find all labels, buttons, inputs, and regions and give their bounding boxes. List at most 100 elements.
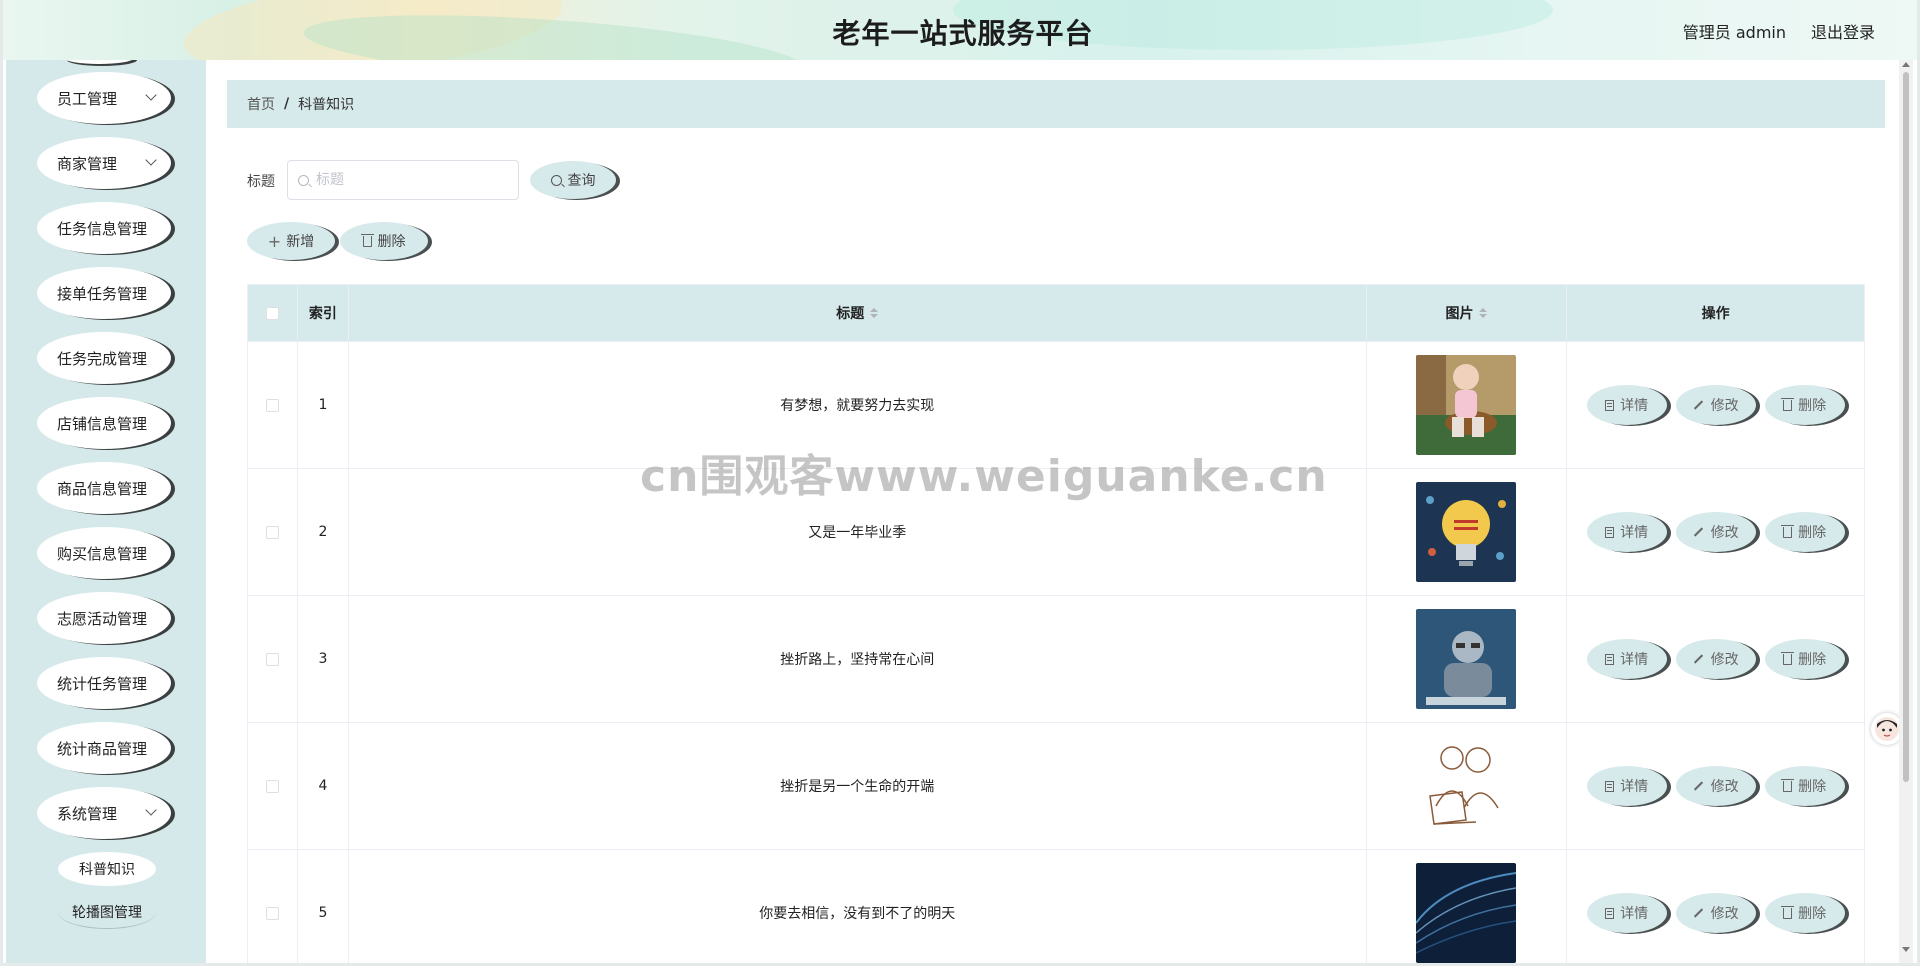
document-icon xyxy=(1605,653,1615,665)
edit-button[interactable]: 修改 xyxy=(1675,639,1756,679)
app-title: 老年一站式服务平台 xyxy=(832,17,1094,50)
edit-label: 修改 xyxy=(1710,779,1739,795)
delete-button[interactable]: 删除 xyxy=(1764,512,1845,552)
sidebar-item-label: 商品信息管理 xyxy=(57,479,148,498)
chevron-down-icon xyxy=(145,154,157,166)
sidebar-item-task-completion[interactable]: 任务完成管理 xyxy=(37,332,171,384)
row-checkbox[interactable] xyxy=(265,779,279,793)
delete-button[interactable]: 删除 xyxy=(1764,766,1845,806)
search-icon xyxy=(298,174,309,186)
sidebar-item-volunteer[interactable]: 志愿活动管理 xyxy=(37,592,171,644)
document-icon xyxy=(1605,907,1615,919)
sidebar-item-system[interactable]: 系统管理 xyxy=(37,787,171,839)
edit-label: 修改 xyxy=(1710,525,1739,541)
row-checkbox[interactable] xyxy=(265,525,279,539)
column-header-label: 索引 xyxy=(308,306,337,322)
delete-button[interactable]: 删除 xyxy=(1764,639,1845,679)
detail-button[interactable]: 详情 xyxy=(1586,766,1667,806)
delete-button[interactable]: 删除 xyxy=(1764,893,1845,933)
breadcrumb-separator: / xyxy=(284,96,290,112)
logout-link[interactable]: 退出登录 xyxy=(1811,19,1875,43)
breadcrumb-home[interactable]: 首页 xyxy=(247,94,275,114)
sort-icon[interactable] xyxy=(1479,308,1488,318)
row-ops-cell: 详情 修改 删除 xyxy=(1567,469,1864,595)
table-row: 3 挫折路上，坚持常在心间 详情 修改 删除 xyxy=(248,595,1864,722)
table-row: 4 挫折是另一个生命的开端 详情 修改 删除 xyxy=(248,722,1864,849)
sidebar-item-product-info[interactable]: 商品信息管理 xyxy=(37,462,171,514)
search-button[interactable]: 查询 xyxy=(530,161,616,199)
select-all-checkbox[interactable] xyxy=(265,306,279,320)
sketch-two-people-laptop[interactable] xyxy=(1416,736,1517,836)
row-image-cell xyxy=(1367,596,1568,722)
scroll-down-icon[interactable] xyxy=(1902,947,1910,952)
sidebar-item-task-stats[interactable]: 统计任务管理 xyxy=(37,657,171,709)
sidebar-item-staff[interactable]: 员工管理 xyxy=(37,72,171,124)
table-row: 5 你要去相信，没有到不了的明天 详情 修改 删除 xyxy=(248,849,1864,963)
row-checkbox[interactable] xyxy=(265,398,279,412)
sidebar-item-product-stats[interactable]: 统计商品管理 xyxy=(37,722,171,774)
document-icon xyxy=(1605,780,1615,792)
batch-delete-button[interactable]: 删除 xyxy=(340,222,428,260)
sidebar-item-merchant[interactable]: 商家管理 xyxy=(37,137,171,189)
sort-icon[interactable] xyxy=(870,308,879,318)
header-checkbox-cell xyxy=(248,285,298,341)
code-wave-photo[interactable] xyxy=(1416,863,1517,963)
row-title: 挫折是另一个生命的开端 xyxy=(349,723,1367,849)
baby-guitar-photo[interactable] xyxy=(1416,355,1517,455)
scrollbar-thumb[interactable] xyxy=(1903,72,1909,782)
search-input[interactable] xyxy=(316,172,506,188)
row-ops-cell: 详情 修改 删除 xyxy=(1567,596,1864,722)
trash-icon xyxy=(360,233,374,247)
vertical-scrollbar[interactable] xyxy=(1899,60,1913,963)
sidebar-subitem-carousel[interactable]: 轮播图管理 xyxy=(58,895,156,929)
chevron-down-icon xyxy=(145,89,157,101)
detail-button[interactable]: 详情 xyxy=(1586,639,1667,679)
sidebar-item-shop-info[interactable]: 店铺信息管理 xyxy=(37,397,171,449)
sidebar-item-label: 接单任务管理 xyxy=(57,284,148,303)
scroll-up-icon[interactable] xyxy=(1902,62,1910,67)
row-title: 你要去相信，没有到不了的明天 xyxy=(349,850,1367,963)
trash-icon xyxy=(1781,905,1795,919)
main-content: 首页 / 科普知识 标题 查询 + 新增 删除 索引 标题 xyxy=(206,60,1906,963)
edit-button[interactable]: 修改 xyxy=(1675,766,1756,806)
column-header-title[interactable]: 标题 xyxy=(349,285,1367,341)
row-image-cell xyxy=(1367,342,1568,468)
detail-label: 详情 xyxy=(1620,779,1649,795)
delete-button[interactable]: 删除 xyxy=(1764,385,1845,425)
top-header: 老年一站式服务平台 管理员 admin 退出登录 xyxy=(3,0,1917,60)
sidebar-item-label: 商家管理 xyxy=(57,154,118,173)
breadcrumb: 首页 / 科普知识 xyxy=(227,80,1885,128)
sidebar-subitem-science[interactable]: 科普知识 xyxy=(58,852,156,886)
man-code-screen-photo[interactable] xyxy=(1416,609,1517,709)
row-checkbox-cell xyxy=(248,469,298,595)
sidebar-item-task-info[interactable]: 任务信息管理 xyxy=(37,202,171,254)
row-index: 2 xyxy=(298,469,349,595)
data-table: 索引 标题 图片 操作 1 有梦想，就要努力去实现 详情 修改 删除 2 又是一… xyxy=(247,284,1865,963)
sidebar-item-partial[interactable] xyxy=(64,60,134,64)
chevron-down-icon xyxy=(145,804,157,816)
search-field[interactable] xyxy=(287,160,519,200)
row-checkbox-cell xyxy=(248,342,298,468)
document-icon xyxy=(1605,526,1615,538)
sidebar-item-label: 统计任务管理 xyxy=(57,674,148,693)
row-ops-cell: 详情 修改 删除 xyxy=(1567,850,1864,963)
edit-button[interactable]: 修改 xyxy=(1675,385,1756,425)
row-checkbox-cell xyxy=(248,596,298,722)
sidebar-item-purchase-info[interactable]: 购买信息管理 xyxy=(37,527,171,579)
column-header-image[interactable]: 图片 xyxy=(1367,285,1568,341)
sidebar-item-accepted-tasks[interactable]: 接单任务管理 xyxy=(37,267,171,319)
detail-button[interactable]: 详情 xyxy=(1586,385,1667,425)
row-checkbox-cell xyxy=(248,850,298,963)
add-button[interactable]: + 新增 xyxy=(247,222,335,260)
lightbulb-infographic[interactable] xyxy=(1416,482,1517,582)
detail-label: 详情 xyxy=(1620,525,1649,541)
detail-button[interactable]: 详情 xyxy=(1586,512,1667,552)
edit-button[interactable]: 修改 xyxy=(1675,512,1756,552)
row-checkbox[interactable] xyxy=(265,652,279,666)
row-checkbox[interactable] xyxy=(265,906,279,920)
detail-button[interactable]: 详情 xyxy=(1586,893,1667,933)
row-index: 5 xyxy=(298,850,349,963)
row-checkbox-cell xyxy=(248,723,298,849)
edit-label: 修改 xyxy=(1710,652,1739,668)
edit-button[interactable]: 修改 xyxy=(1675,893,1756,933)
